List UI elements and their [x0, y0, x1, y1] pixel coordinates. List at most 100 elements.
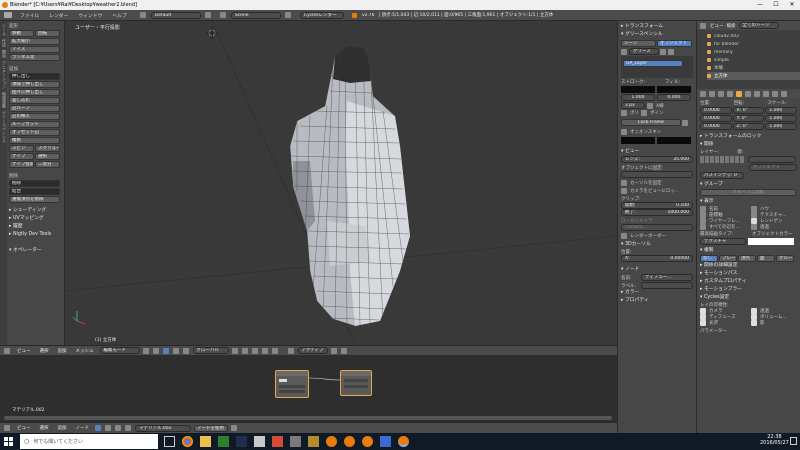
extrude-select[interactable]: 押し出し [9, 73, 60, 80]
tab-physics[interactable]: 物理演算 [1, 92, 7, 108]
offset-edge-button[interactable]: オフセット辺 [9, 129, 60, 136]
randomize-button[interactable]: ランダム化 [9, 54, 60, 61]
vertex-select-icon[interactable] [241, 347, 248, 354]
maximize-button[interactable]: ☐ [768, 0, 784, 10]
delta-panel-header[interactable]: ▸ トランスフォームのロック [700, 133, 797, 141]
pass-index-field[interactable]: パスインデッ: 0 [700, 172, 744, 179]
scale-x-field[interactable]: 1.000 [765, 107, 798, 114]
color-panel-header[interactable]: ▸ カラー [621, 289, 693, 297]
camera-field[interactable]: Camera [621, 224, 693, 231]
scene-tab-icon[interactable] [718, 90, 724, 97]
transparency-checkbox[interactable] [751, 224, 757, 230]
object-tab-icon[interactable] [736, 90, 742, 97]
translate-button[interactable]: 移動 [9, 30, 34, 37]
merge-select[interactable]: 結合 [9, 188, 60, 195]
scale-z-field[interactable]: 1.000 [765, 123, 798, 130]
knife-select-button[interactable]: 選択 [35, 153, 60, 160]
menu-help[interactable]: ヘルプ [109, 12, 129, 19]
face-select-icon[interactable] [261, 347, 268, 354]
all-edges-checkbox[interactable] [700, 224, 706, 230]
scene-icon[interactable] [219, 12, 226, 18]
vis-glossy-checkbox[interactable] [700, 320, 706, 326]
fake-user-icon[interactable] [660, 48, 666, 55]
loc-y-field[interactable]: 0.0000 [700, 115, 732, 122]
manipulator-icon[interactable] [162, 347, 169, 354]
blender-task-icon[interactable] [344, 436, 355, 447]
edge-insert-button[interactable]: 辺の挿入 [9, 113, 60, 120]
grease-name-field[interactable]: グリース [629, 48, 659, 55]
tab-grease-pencil[interactable]: グリースペンシル [1, 111, 7, 143]
xray-checkbox[interactable] [647, 102, 653, 109]
translate-manip-icon[interactable] [172, 347, 179, 354]
rot-y-field[interactable]: Y: 0° [732, 115, 765, 122]
task-view-icon[interactable] [164, 436, 175, 447]
rot-z-field[interactable]: Z: 0° [732, 123, 765, 130]
layout-icon[interactable] [139, 12, 146, 18]
dup-group-button[interactable]: グルー [776, 255, 794, 262]
fill-opacity[interactable]: 0.000 [657, 94, 691, 101]
remove-doubles-button[interactable]: 重複頂点を削除 [9, 196, 60, 203]
duplication-panel-header[interactable]: ▾ 複製 [700, 247, 797, 255]
snap-icon[interactable] [330, 347, 337, 354]
chrome-icon[interactable] [182, 436, 193, 447]
lock-frame-icon[interactable] [682, 119, 688, 126]
mode-select[interactable]: 編集モード [99, 347, 140, 354]
grease-close-icon[interactable] [668, 48, 674, 55]
view-panel-header[interactable]: ▾ ビュー [621, 148, 693, 156]
grease-object-tab[interactable]: オブジェクト [657, 40, 692, 47]
lock-object-field[interactable] [621, 171, 693, 178]
layer-grid-icon[interactable] [231, 347, 238, 354]
render-engine-select[interactable]: Cyclesレンダー [299, 11, 344, 19]
tab-animation[interactable]: アニメーション [1, 61, 7, 89]
groups-panel-header[interactable]: ▾ グループ [700, 181, 797, 189]
clip-end-field[interactable]: 終了: 1000.000 [621, 209, 693, 216]
motion-path-header[interactable]: ▸ モーションパス [700, 270, 797, 278]
lens-field[interactable]: レンズ: 35.000 [621, 156, 693, 163]
outliner-item[interactable]: simple [707, 56, 800, 64]
section-dev-tools[interactable]: ▸ Nigtly Dev Tools [9, 231, 61, 239]
section-uv[interactable]: ▸ UVマッピング [9, 215, 61, 223]
menu-view[interactable]: ビュー [14, 348, 34, 354]
dup-none-button[interactable]: なし [700, 255, 718, 262]
app-icon[interactable] [290, 436, 301, 447]
close-button[interactable]: ✕ [784, 0, 800, 10]
outliner-item[interactable]: memory [707, 48, 800, 56]
shading-icon[interactable] [142, 347, 149, 354]
draw-type-select[interactable]: テクスチャ [700, 238, 746, 245]
node-menu-add[interactable]: 追加 [55, 425, 70, 431]
use-nodes-button[interactable]: ノードを使用 [194, 424, 228, 432]
loop-cut-button[interactable]: ループカット [9, 121, 60, 128]
obj-color-swatch[interactable] [748, 238, 794, 245]
grease-scene-tab[interactable]: シーン [621, 40, 656, 47]
stroke-opacity[interactable]: 1.000 [621, 94, 655, 101]
outliner-menu-search[interactable]: 検索 [727, 23, 736, 29]
knife-project-button[interactable]: ナイフ投影 [9, 161, 34, 168]
section-operator[interactable]: ▾ オペレーター [9, 247, 61, 255]
thickness-field[interactable]: 3 px [621, 102, 645, 109]
app-icon[interactable] [308, 436, 319, 447]
menu-render[interactable]: レンダー [46, 12, 71, 19]
extrude-individual-button[interactable]: 個々に押し出し [9, 89, 60, 96]
taskbar-search[interactable]: ○ 何でも聞いてください [20, 434, 158, 449]
noise-button[interactable]: ノイズ [9, 46, 60, 53]
grease-panel-header[interactable]: ▾ グリースペンシル [621, 31, 693, 39]
scene-select[interactable]: Scene [230, 11, 281, 19]
dup-frames-button[interactable]: フレー [719, 255, 737, 262]
editor-type-icon[interactable] [4, 347, 10, 354]
node-editor[interactable]: マテリアル.002 [0, 355, 617, 422]
volumetric-checkbox[interactable] [621, 110, 627, 116]
lock-frame-button[interactable]: Lock Frame [621, 119, 681, 126]
node-menu-select[interactable]: 選択 [37, 425, 52, 431]
rot-x-field[interactable]: X: 0° [732, 107, 765, 114]
cycles-settings-header[interactable]: ▾ Cycles設定 [700, 294, 797, 302]
blender-task-icon[interactable] [326, 436, 337, 447]
edge-select-icon[interactable] [251, 347, 258, 354]
node-label-field[interactable] [641, 282, 693, 289]
data-tab-icon[interactable] [763, 90, 769, 97]
outliner-item[interactable]: cloud2.002 [707, 32, 800, 40]
custom-props-header[interactable]: ▸ カスタムプロパティ [700, 278, 797, 286]
outliner-display-select[interactable]: 全てのシーン [738, 22, 779, 29]
dup-faces-button[interactable]: 面 [757, 255, 775, 262]
excel-icon[interactable] [218, 436, 229, 447]
modifiers-tab-icon[interactable] [754, 90, 760, 97]
